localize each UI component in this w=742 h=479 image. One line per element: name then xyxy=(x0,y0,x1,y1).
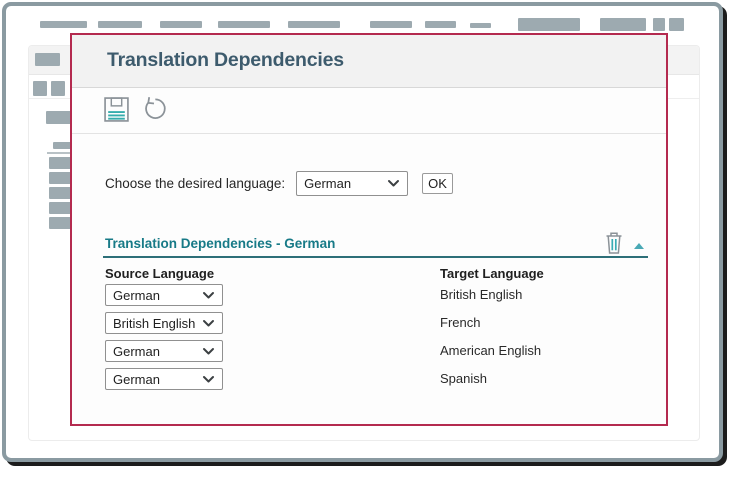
table-row: British English French xyxy=(105,312,650,340)
language-chooser-label: Choose the desired language: xyxy=(105,175,286,191)
source-language-value: British English xyxy=(113,315,196,331)
delete-section-button[interactable] xyxy=(603,231,625,255)
redacted-nav-button xyxy=(653,18,665,31)
redacted-nav-bar xyxy=(370,21,412,28)
language-select-value: German xyxy=(304,175,352,191)
target-language-value: British English xyxy=(440,287,523,302)
target-language-header: Target Language xyxy=(440,266,544,281)
source-language-select-3[interactable]: German xyxy=(105,340,223,362)
dialog-header: Translation Dependencies xyxy=(72,35,666,88)
redacted-block xyxy=(53,142,71,149)
table-row: German British English xyxy=(105,284,650,312)
redacted-nav-button xyxy=(518,18,580,31)
translation-dependencies-dialog: Translation Dependencies Choose the desi… xyxy=(70,33,668,426)
redacted-list-item xyxy=(49,157,71,169)
redacted-tab xyxy=(35,53,60,66)
language-select[interactable]: German xyxy=(296,170,409,196)
ok-button[interactable]: OK xyxy=(422,172,453,194)
table-row: German Spanish xyxy=(105,368,650,396)
toolbar-divider xyxy=(72,133,666,134)
dialog-title: Translation Dependencies xyxy=(107,49,344,71)
redacted-block xyxy=(51,81,65,96)
redacted-list-item xyxy=(49,187,71,199)
redacted-nav-button xyxy=(600,18,646,31)
source-language-select-4[interactable]: German xyxy=(105,368,223,390)
redacted-nav-button xyxy=(669,18,684,31)
undo-button[interactable] xyxy=(140,95,168,125)
redacted-list-item xyxy=(49,202,71,214)
section-title: Translation Dependencies - German xyxy=(105,236,336,251)
chevron-down-icon xyxy=(387,176,400,191)
screenshot-stage: Translation Dependencies Choose the desi… xyxy=(0,0,742,479)
source-language-value: German xyxy=(113,343,160,359)
redacted-nav-bar xyxy=(288,21,340,28)
app-window-frame: Translation Dependencies Choose the desi… xyxy=(2,2,723,462)
chevron-down-icon xyxy=(202,372,215,387)
redacted-list-item xyxy=(49,172,71,184)
chevron-down-icon xyxy=(202,316,215,331)
redacted-block xyxy=(46,111,71,124)
redacted-list-item xyxy=(49,217,71,229)
source-language-header: Source Language xyxy=(105,266,215,281)
target-language-value: French xyxy=(440,315,481,330)
redacted-nav-bar xyxy=(160,21,202,28)
redacted-line xyxy=(47,152,72,154)
source-language-value: German xyxy=(113,371,160,387)
redacted-nav-bar xyxy=(218,21,270,28)
target-language-value: Spanish xyxy=(440,371,487,386)
redacted-nav-bar xyxy=(470,23,491,28)
redacted-nav-bar xyxy=(98,21,142,28)
chevron-down-icon xyxy=(202,344,215,359)
source-language-value: German xyxy=(113,287,160,303)
dependency-table: German British English British English F… xyxy=(105,284,650,396)
chevron-down-icon xyxy=(202,288,215,303)
table-row: German American English xyxy=(105,340,650,368)
redacted-nav-bar xyxy=(40,21,87,28)
section-underline xyxy=(103,256,648,258)
source-language-select-1[interactable]: German xyxy=(105,284,223,306)
language-chooser-row: Choose the desired language: German OK xyxy=(105,169,453,197)
save-button[interactable] xyxy=(102,96,130,126)
chevron-up-icon xyxy=(634,242,644,249)
collapse-section-button[interactable] xyxy=(631,235,647,251)
target-language-value: American English xyxy=(440,343,542,358)
redacted-nav-bar xyxy=(425,21,456,28)
save-icon xyxy=(103,97,130,126)
redacted-block xyxy=(33,81,47,96)
undo-icon xyxy=(141,97,168,125)
source-language-select-2[interactable]: British English xyxy=(105,312,223,334)
